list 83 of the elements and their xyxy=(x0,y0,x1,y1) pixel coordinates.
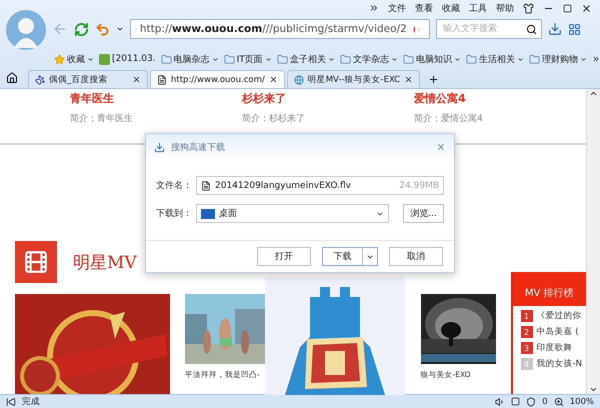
address-field[interactable]: http://www.ouou.com///publicimg/starmv/video/2 xyxy=(130,19,430,39)
ranking-item[interactable]: 《爱过的你 xyxy=(536,310,582,322)
close-icon[interactable] xyxy=(404,75,414,84)
ranking-item[interactable]: 中岛美嘉 ( xyxy=(536,326,579,338)
search-icon[interactable] xyxy=(526,24,537,34)
bookmark[interactable]: 电脑知识 xyxy=(402,52,461,66)
skin-icon[interactable] xyxy=(523,2,534,14)
folder-icon xyxy=(160,54,172,64)
folder-icon xyxy=(224,54,235,64)
folder-icon xyxy=(528,54,540,64)
window-icon[interactable] xyxy=(511,397,520,406)
paw-icon xyxy=(35,74,45,84)
page-icon xyxy=(157,74,167,84)
menu-item[interactable]: 工具 xyxy=(469,2,487,14)
folder-dropdown[interactable]: 桌面 xyxy=(196,204,389,223)
show-title[interactable]: 爱情公寓4 xyxy=(414,91,586,106)
bookmark[interactable]: 理财购物 xyxy=(528,52,587,66)
maximize-icon[interactable] xyxy=(563,4,572,12)
zoom-icon[interactable] xyxy=(554,396,564,406)
undo-icon[interactable] xyxy=(95,22,110,36)
bookmark[interactable]: 文学杂志 xyxy=(340,52,398,66)
download-icon xyxy=(154,142,165,152)
menu-item[interactable]: 帮助 xyxy=(496,2,514,14)
globe-icon xyxy=(294,74,304,84)
site-icon xyxy=(99,54,110,64)
show-intro: 简介：爱情公寓4 xyxy=(414,112,484,125)
scroll-up-icon[interactable] xyxy=(589,89,598,98)
search-input[interactable]: 输入文字搜索 xyxy=(441,23,521,35)
refresh-icon[interactable] xyxy=(74,22,89,36)
more-icon[interactable] xyxy=(369,3,379,13)
show-title[interactable]: 杉杉来了 xyxy=(242,91,414,106)
section-title: 明星MV xyxy=(73,252,137,274)
show-title[interactable]: 青年医生 xyxy=(70,91,242,106)
ranking-item[interactable]: 我的女孩-N xyxy=(536,358,582,370)
menu-item[interactable]: 文件 xyxy=(388,2,406,14)
shield-icon[interactable] xyxy=(526,396,536,406)
close-icon[interactable] xyxy=(581,2,592,14)
menu-item[interactable]: 收藏 xyxy=(442,2,460,14)
bookmark[interactable]: 生活相关 xyxy=(466,52,524,66)
folder-icon xyxy=(402,54,414,64)
home-icon[interactable] xyxy=(6,72,18,84)
download-icon[interactable] xyxy=(548,22,562,36)
rank-number: 3 xyxy=(520,342,532,354)
ranking-item[interactable]: 印度歌舞 xyxy=(536,342,572,354)
dialog-title-bar: 搜狗高速下载 xyxy=(146,134,454,160)
field-label: 下载到： xyxy=(156,208,192,220)
close-icon[interactable] xyxy=(268,75,278,84)
bookmark[interactable]: 盒子相关 xyxy=(276,52,335,66)
bookmark[interactable]: IT页面 xyxy=(224,52,272,66)
folder-icon xyxy=(340,54,351,64)
show-intro: 简介：杉杉来了 xyxy=(242,112,306,125)
tab[interactable]: http://www.ouou.com/ xyxy=(150,70,285,88)
more-icon[interactable] xyxy=(592,54,600,64)
blocked-count: 0 xyxy=(542,396,548,406)
bookmark[interactable]: 电脑杂志 xyxy=(160,52,219,66)
bookmark[interactable]: 收藏 xyxy=(54,52,94,66)
ranking-header: MV 排行榜 xyxy=(512,272,586,306)
tab[interactable]: 偶偶_百度搜索 xyxy=(28,70,148,88)
tab[interactable]: 明星MV--狼与美女-EXC xyxy=(286,70,420,88)
bookmark[interactable]: [2011.03. xyxy=(99,54,156,64)
file-name-field[interactable]: 20141209langyumeinvEXO.flv 24.99MB xyxy=(196,176,444,195)
rank-number: 2 xyxy=(520,326,532,338)
folder-icon xyxy=(466,54,477,64)
apps-icon[interactable] xyxy=(568,22,581,36)
file-icon xyxy=(201,180,211,190)
browse-button[interactable]: 浏览... xyxy=(403,204,444,223)
scrollbar[interactable] xyxy=(586,89,600,394)
folder-icon xyxy=(276,54,288,64)
field-label: 文件名： xyxy=(156,180,192,192)
search-field[interactable]: 输入文字搜索 xyxy=(436,19,542,39)
rank-number: 1 xyxy=(520,310,532,322)
dialog-button[interactable]: 取消 xyxy=(389,247,443,266)
close-icon[interactable] xyxy=(132,75,141,84)
speaker-icon[interactable] xyxy=(495,396,506,406)
zoom-level[interactable]: 100% xyxy=(570,396,594,406)
new-tab-icon[interactable] xyxy=(428,74,440,85)
film-icon xyxy=(15,241,57,284)
desktop-icon xyxy=(201,208,215,218)
menu-item[interactable]: 查看 xyxy=(415,2,433,14)
status-text: 完成 xyxy=(22,396,40,408)
dialog-button[interactable]: 打开 xyxy=(257,247,311,266)
show-intro: 简介：青年医生 xyxy=(70,112,134,125)
scroll-down-icon[interactable] xyxy=(589,385,598,394)
